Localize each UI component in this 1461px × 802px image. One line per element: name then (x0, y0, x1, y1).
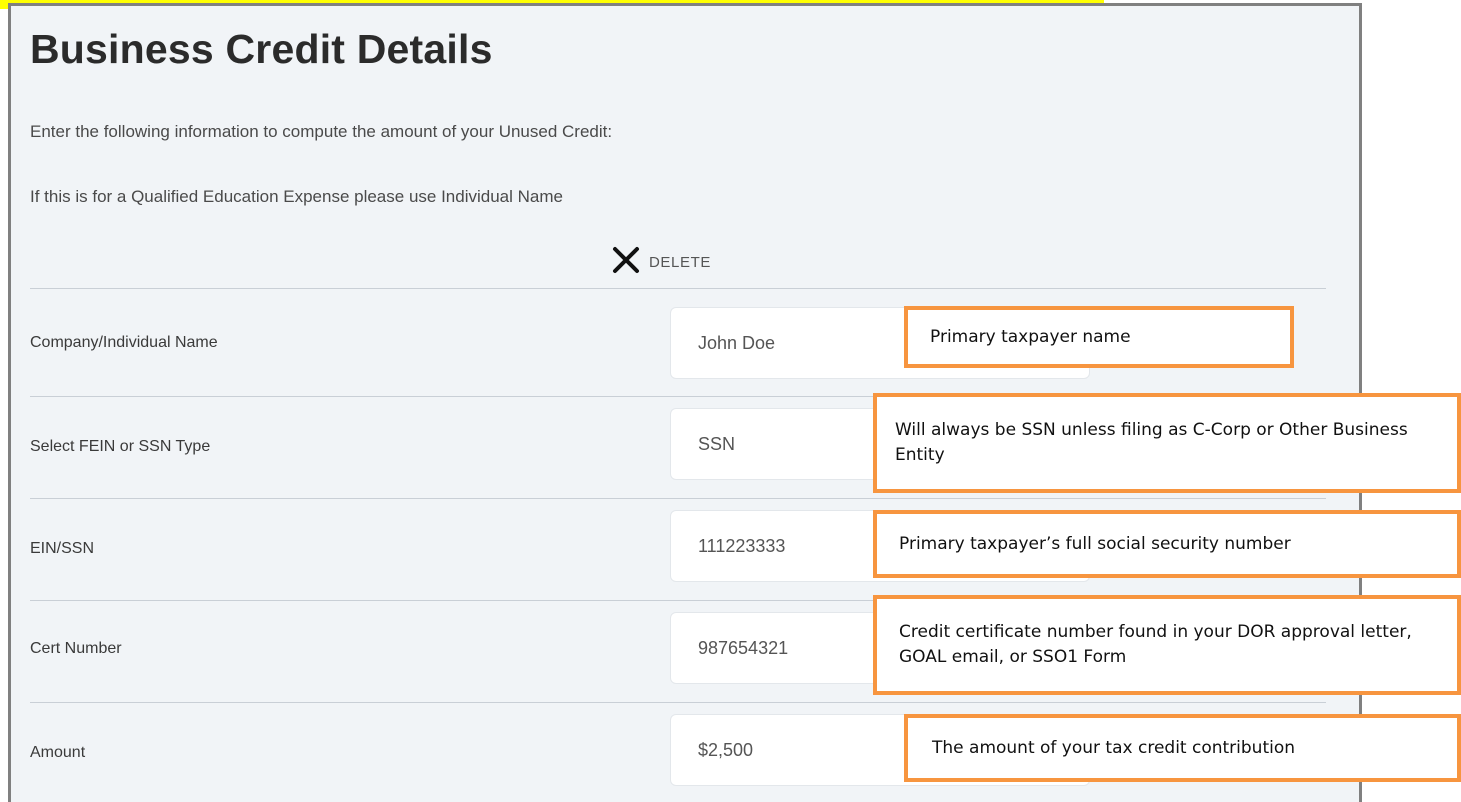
id-type-label: Select FEIN or SSN Type (30, 438, 211, 455)
delete-button[interactable]: DELETE (611, 244, 711, 280)
divider (30, 702, 1326, 703)
amount-label: Amount (30, 744, 86, 761)
intro-text: Enter the following information to compu… (30, 122, 613, 141)
callout-ssn-type: Will always be SSN unless filing as C-Co… (873, 393, 1461, 493)
callout-ssn-number: Primary taxpayer’s full social security … (873, 510, 1461, 578)
delete-label: DELETE (649, 253, 711, 271)
company-name-label: Company/Individual Name (30, 334, 218, 351)
close-icon (611, 245, 641, 279)
education-note: If this is for a Qualified Education Exp… (30, 187, 563, 206)
page-title: Business Credit Details (30, 26, 493, 72)
divider (30, 288, 1326, 289)
callout-cert-number: Credit certificate number found in your … (873, 595, 1461, 695)
divider (30, 498, 1326, 499)
cert-number-label: Cert Number (30, 640, 122, 657)
ein-ssn-label: EIN/SSN (30, 540, 95, 557)
callout-taxpayer-name: Primary taxpayer name (904, 306, 1294, 368)
callout-amount: The amount of your tax credit contributi… (904, 714, 1461, 782)
